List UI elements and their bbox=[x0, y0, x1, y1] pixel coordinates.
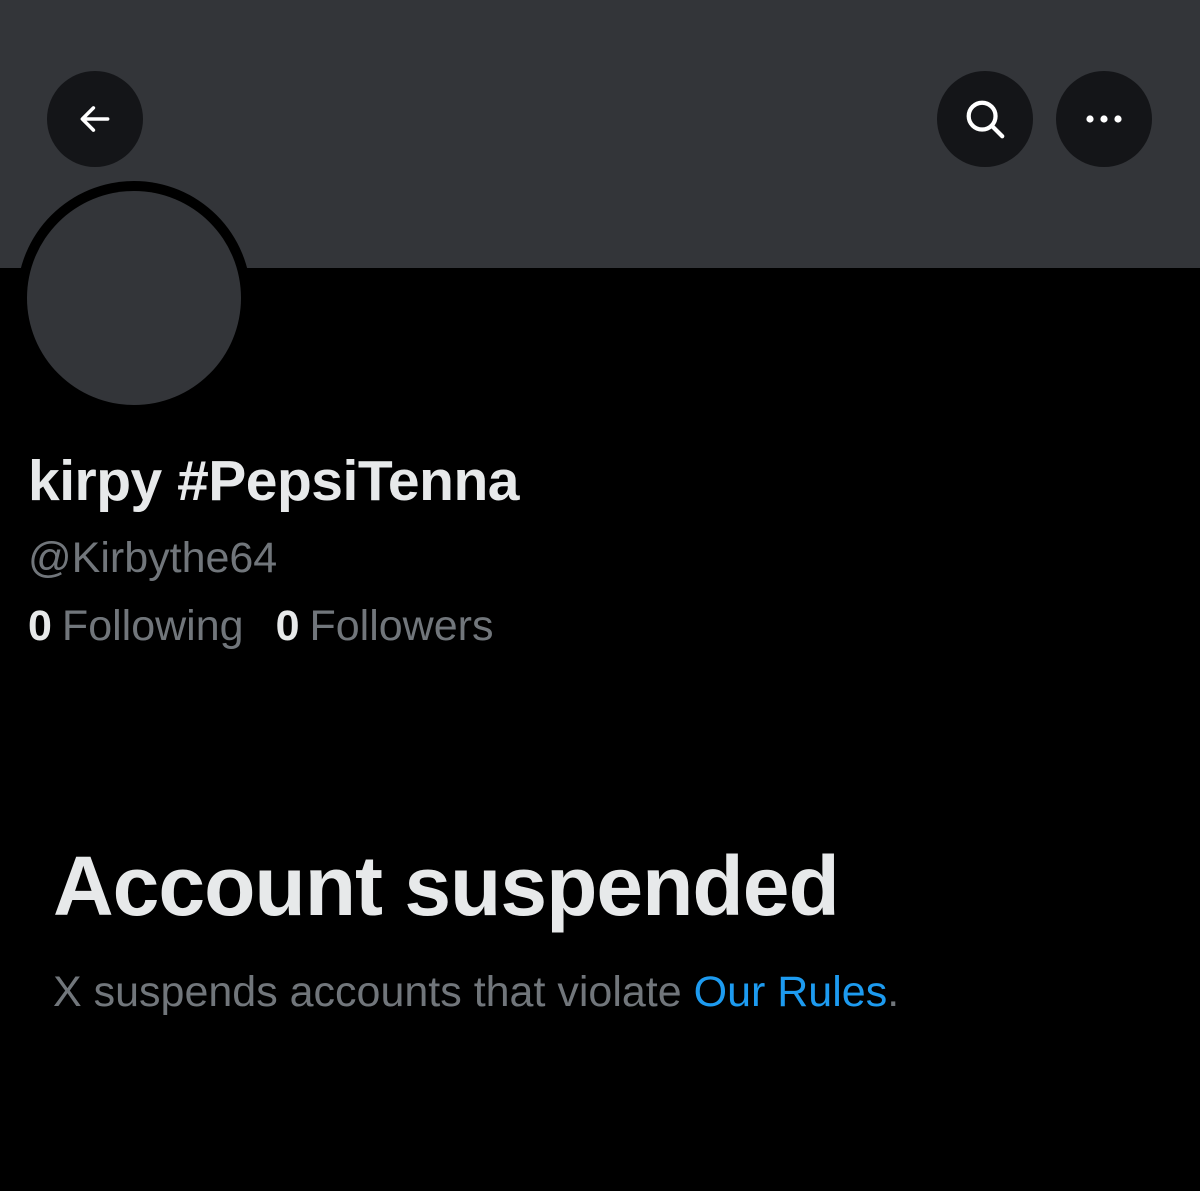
suspension-title: Account suspended bbox=[53, 839, 840, 933]
following-label: Following bbox=[61, 602, 244, 650]
avatar[interactable] bbox=[27, 191, 241, 405]
our-rules-link[interactable]: Our Rules bbox=[694, 968, 888, 1016]
following-link[interactable]: 0 Following bbox=[28, 602, 244, 651]
more-horizontal-icon bbox=[1082, 113, 1126, 125]
back-button[interactable] bbox=[47, 71, 143, 167]
profile-page: kirpy #PepsiTenna @Kirbythe64 0 Followin… bbox=[0, 0, 1200, 1191]
search-button[interactable] bbox=[937, 71, 1033, 167]
followers-label: Followers bbox=[309, 602, 494, 650]
arrow-left-icon bbox=[76, 100, 114, 138]
profile-handle: @Kirbythe64 bbox=[28, 534, 278, 582]
suspension-message: X suspends accounts that violate Our Rul… bbox=[53, 968, 899, 1017]
more-options-button[interactable] bbox=[1056, 71, 1152, 167]
display-name: kirpy #PepsiTenna bbox=[28, 449, 519, 513]
search-icon bbox=[962, 96, 1008, 142]
profile-stats: 0 Following 0 Followers bbox=[28, 602, 493, 651]
suspension-message-text: X suspends accounts that violate bbox=[53, 968, 694, 1016]
followers-count: 0 bbox=[275, 602, 300, 650]
suspension-message-end: . bbox=[887, 968, 900, 1016]
followers-link[interactable]: 0 Followers bbox=[276, 602, 494, 651]
following-count: 0 bbox=[28, 602, 52, 650]
